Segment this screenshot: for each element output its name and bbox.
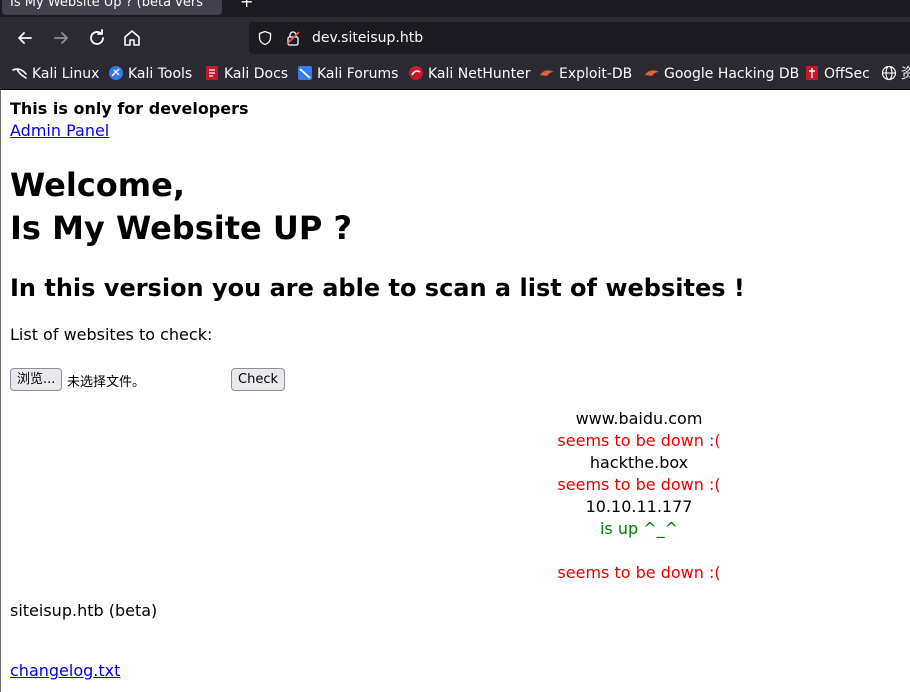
ghdb-icon bbox=[644, 62, 660, 78]
tab-title: Is My Website Up ? (beta vers bbox=[10, 0, 203, 10]
back-icon[interactable] bbox=[13, 26, 37, 50]
page-title: Is My Website UP ? bbox=[10, 209, 352, 247]
kali-forums-icon bbox=[297, 62, 313, 80]
reload-icon[interactable] bbox=[85, 26, 109, 50]
url-text[interactable]: dev.siteisup.htb bbox=[312, 22, 423, 54]
scan-results: www.baidu.com seems to be down :( hackth… bbox=[439, 408, 839, 584]
exploit-db-icon bbox=[539, 62, 555, 78]
browser-tab[interactable]: Is My Website Up ? (beta vers bbox=[2, 0, 222, 15]
result-status-up: is up ^_^ bbox=[599, 519, 679, 538]
result-status-down: seems to be down :( bbox=[557, 563, 721, 582]
browse-file-button[interactable]: 浏览... bbox=[10, 368, 63, 391]
admin-panel-link[interactable]: Admin Panel bbox=[10, 121, 109, 140]
tracking-shield-icon[interactable] bbox=[257, 30, 273, 46]
bookmark-kali-nethunter[interactable]: Kali NetHunter bbox=[408, 59, 530, 89]
bookmark-kali-forums[interactable]: Kali Forums bbox=[297, 59, 398, 89]
url-bar[interactable]: dev.siteisup.htb bbox=[249, 22, 910, 54]
new-tab-icon[interactable]: + bbox=[240, 0, 253, 11]
changelog-link[interactable]: changelog.txt bbox=[10, 661, 120, 680]
tab-strip: Is My Website Up ? (beta vers + bbox=[0, 0, 910, 17]
bookmark-kali-docs[interactable]: Kali Docs bbox=[204, 59, 288, 89]
home-icon[interactable] bbox=[120, 26, 144, 50]
developer-notice: This is only for developers bbox=[10, 99, 249, 118]
offsec-icon bbox=[804, 62, 820, 80]
insecure-lock-icon[interactable] bbox=[285, 30, 301, 46]
footer-title: siteisup.htb (beta) bbox=[10, 601, 158, 620]
bookmark-kali-tools[interactable]: Kali Tools bbox=[108, 59, 192, 89]
result-site bbox=[439, 540, 839, 562]
bookmark-kali-linux[interactable]: Kali Linux bbox=[12, 59, 99, 89]
result-site: hackthe.box bbox=[589, 453, 689, 472]
page-subtitle: In this version you are able to scan a l… bbox=[10, 274, 745, 302]
bookmarks-toolbar: Kali Linux Kali Tools Kali Docs Kali For… bbox=[0, 59, 910, 90]
page-content: This is only for developers Admin Panel … bbox=[0, 90, 910, 692]
globe-icon bbox=[881, 62, 897, 81]
result-site: 10.10.11.177 bbox=[585, 497, 693, 516]
result-status-down: seems to be down :( bbox=[557, 475, 721, 494]
navigation-toolbar: dev.siteisup.htb bbox=[0, 17, 910, 59]
forward-icon[interactable] bbox=[49, 26, 73, 50]
kali-docs-icon bbox=[204, 62, 220, 80]
bookmark-overflow-item[interactable]: 资 bbox=[881, 59, 910, 89]
result-status-down: seems to be down :( bbox=[557, 431, 721, 450]
welcome-heading: Welcome, bbox=[10, 166, 185, 204]
list-label: List of websites to check: bbox=[10, 325, 213, 344]
kali-dragon-icon bbox=[12, 62, 28, 79]
file-status: 未选择文件。 bbox=[67, 375, 146, 390]
result-site: www.baidu.com bbox=[575, 409, 703, 428]
kali-nethunter-icon bbox=[408, 62, 424, 80]
kali-tools-icon bbox=[108, 62, 124, 80]
bookmark-google-hacking-db[interactable]: Google Hacking DB bbox=[644, 59, 799, 89]
check-button[interactable]: Check bbox=[231, 368, 285, 391]
bookmark-offsec[interactable]: OffSec bbox=[804, 59, 870, 89]
bookmark-exploit-db[interactable]: Exploit-DB bbox=[539, 59, 632, 89]
